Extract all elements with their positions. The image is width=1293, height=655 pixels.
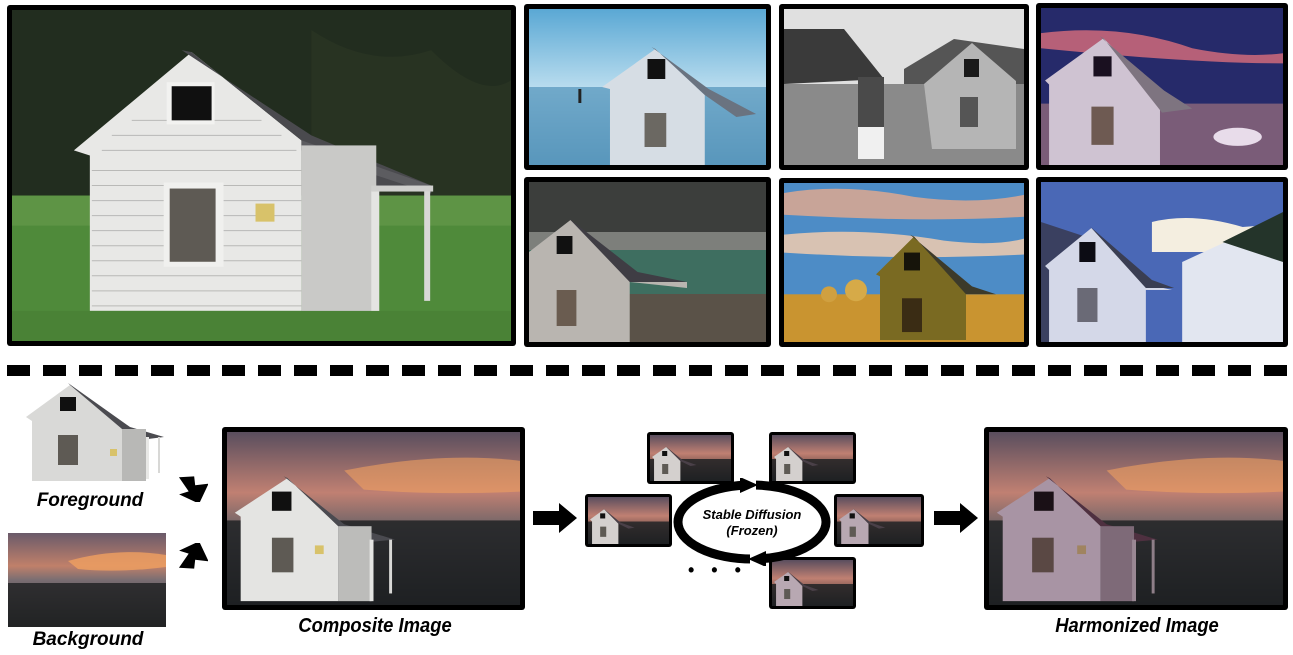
section-separator <box>7 365 1287 377</box>
arrow-diffusion-to-harmonized-icon <box>934 503 978 533</box>
separator-dash <box>1156 365 1179 376</box>
separator-dash <box>1120 365 1144 376</box>
separator-dash <box>761 365 785 376</box>
example-blue-ocean <box>524 4 771 170</box>
harmonized-image-label: Harmonized Image <box>1055 615 1219 637</box>
separator-dash <box>366 365 390 376</box>
separator-dash <box>545 365 569 376</box>
foreground-shed <box>26 383 164 481</box>
foreground-label: Foreground <box>36 490 144 511</box>
separator-dash <box>401 365 425 376</box>
separator-dash <box>294 365 318 376</box>
separator-dash <box>725 365 749 376</box>
separator-dash <box>150 365 174 376</box>
separator-dash <box>904 365 928 376</box>
iteration-scene <box>837 497 921 544</box>
example-scene <box>529 182 766 342</box>
separator-dash <box>689 365 713 376</box>
separator-dash <box>581 365 605 376</box>
posted-sign <box>255 203 275 222</box>
iteration-scene <box>650 435 731 481</box>
arrow-foreground-to-composite-icon <box>178 476 208 502</box>
separator-dash <box>509 365 533 376</box>
separator-dash <box>222 365 246 376</box>
separator-dash <box>1048 365 1072 376</box>
background-image <box>8 533 166 627</box>
separator-dash <box>940 365 964 376</box>
separator-dash <box>617 365 641 376</box>
separator-dash <box>473 365 497 376</box>
harmonized-image <box>984 427 1288 610</box>
separator-dash <box>1012 365 1036 376</box>
separator-dash <box>1227 365 1251 376</box>
iteration-thumbnail <box>585 494 672 547</box>
example-stormy-sea <box>524 177 771 347</box>
arrow-composite-to-diffusion-icon <box>533 503 577 533</box>
example-scene <box>784 9 1024 165</box>
separator-dash <box>330 365 354 376</box>
separator-dash <box>258 365 282 376</box>
iteration-thumbnail <box>769 432 856 484</box>
diffusion-model-name: Stable Diffusion <box>702 507 802 522</box>
composite-scene <box>227 432 520 605</box>
iteration-scene <box>772 560 853 606</box>
separator-dash <box>832 365 856 376</box>
composite-image-label: Composite Image <box>298 615 452 637</box>
separator-dash <box>976 365 1000 376</box>
separator-dash <box>186 365 210 376</box>
separator-dash <box>437 365 461 376</box>
iteration-thumbnail <box>834 494 924 547</box>
separator-dash <box>653 365 677 376</box>
iteration-scene <box>772 435 853 481</box>
iteration-thumbnail <box>647 432 734 484</box>
separator-dash <box>796 365 820 376</box>
arrow-background-to-composite-icon <box>178 543 208 569</box>
example-scene <box>784 183 1024 342</box>
example-scene <box>1041 8 1283 165</box>
separator-dash <box>1191 365 1215 376</box>
original-image <box>7 5 516 346</box>
separator-dash <box>1263 365 1287 376</box>
separator-dash <box>78 365 102 376</box>
iteration-scene <box>588 497 669 544</box>
example-scene <box>1041 182 1283 342</box>
composite-image <box>222 427 525 610</box>
original-shed-scene <box>12 10 511 341</box>
example-golden-field <box>779 178 1029 347</box>
separator-dash <box>1084 365 1108 376</box>
example-snowy-mountain <box>1036 177 1288 347</box>
background-scene <box>8 533 166 627</box>
example-grayscale-lake <box>779 4 1029 170</box>
separator-dash <box>7 365 30 376</box>
harmonized-scene <box>989 432 1283 605</box>
foreground-cutout <box>22 381 164 483</box>
ellipsis-more-iterations: • • • <box>688 560 747 580</box>
separator-dash <box>114 365 138 376</box>
diffusion-model-label: Stable Diffusion (Frozen) <box>682 507 822 539</box>
separator-dash <box>42 365 66 376</box>
example-scene <box>529 9 766 165</box>
diffusion-model-status: (Frozen) <box>726 523 778 538</box>
example-purple-dusk <box>1036 3 1288 170</box>
separator-dash <box>868 365 892 376</box>
background-label: Background <box>32 629 144 650</box>
